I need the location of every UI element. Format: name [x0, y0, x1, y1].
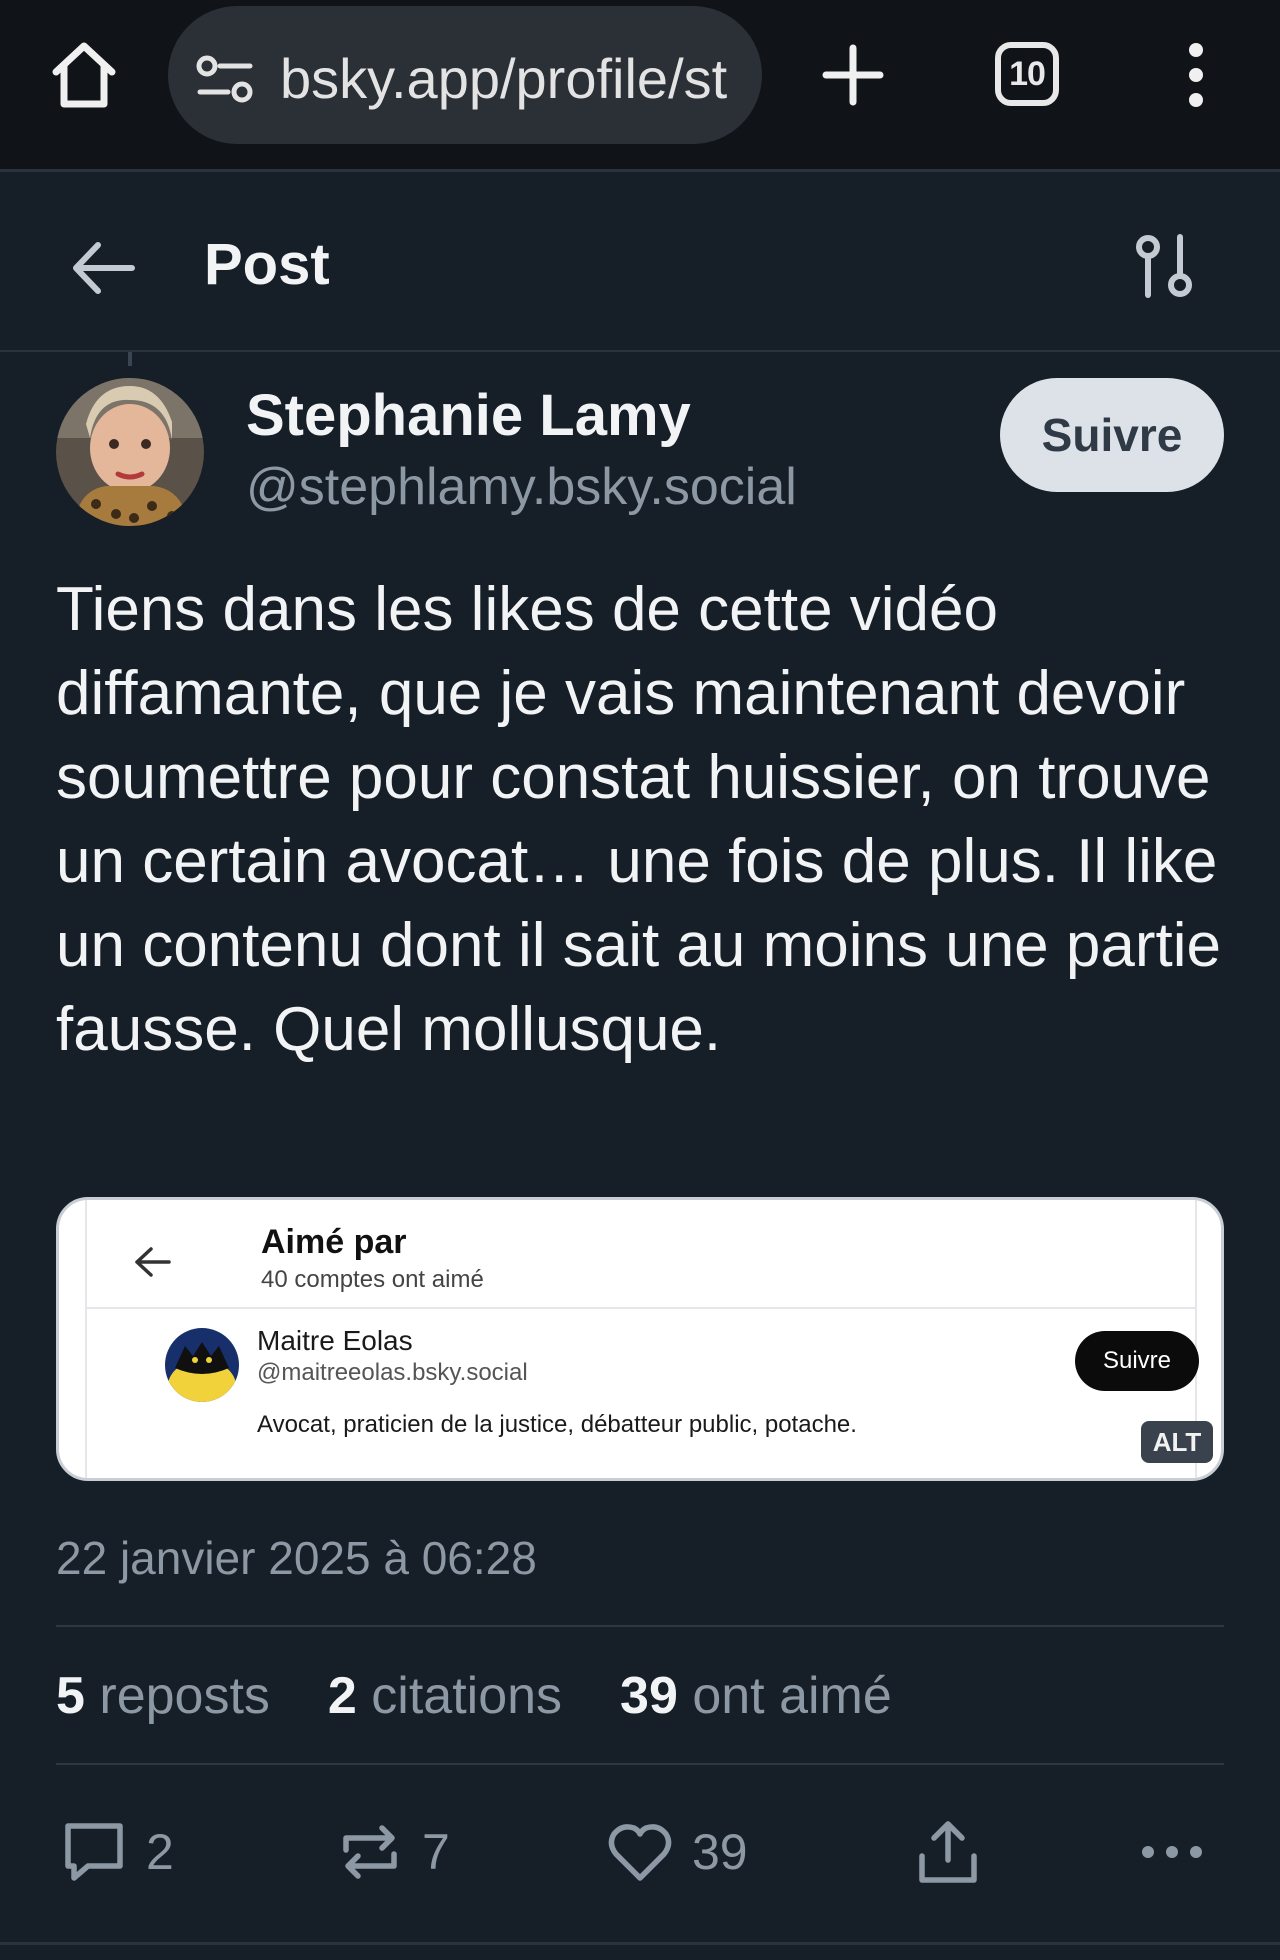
divider — [87, 1307, 1195, 1309]
likes-label: ont aimé — [692, 1667, 892, 1725]
divider — [56, 1625, 1224, 1627]
follow-button[interactable]: Suivre — [1000, 378, 1224, 492]
heart-icon — [604, 1816, 676, 1888]
author-name[interactable]: Stephanie Lamy — [246, 380, 691, 452]
post-timestamp: 22 janvier 2025 à 06:28 — [56, 1532, 537, 1584]
reply-bubble-icon — [58, 1816, 130, 1888]
reposts-count: 5 — [56, 1667, 85, 1725]
tab-count-label: 10 — [1009, 54, 1046, 93]
share-button[interactable] — [912, 1810, 984, 1894]
site-info-icon[interactable] — [196, 54, 254, 106]
likes-count: 39 — [620, 1667, 678, 1725]
embed-follow-button: Suivre — [1075, 1331, 1199, 1391]
more-vertical-icon[interactable] — [1178, 40, 1214, 110]
repost-count: 7 — [422, 1824, 450, 1880]
reply-button[interactable]: 2 — [58, 1810, 174, 1894]
avatar[interactable] — [56, 378, 204, 526]
divider — [0, 1942, 1280, 1945]
like-count: 39 — [692, 1824, 748, 1880]
repost-icon — [334, 1816, 406, 1888]
more-horizontal-icon — [1136, 1816, 1208, 1888]
quotes-stat[interactable]: 2 citations — [328, 1664, 562, 1728]
embed-user-avatar — [165, 1328, 239, 1402]
more-options-button[interactable] — [1136, 1810, 1208, 1894]
reposts-label: reposts — [99, 1667, 270, 1725]
repost-button[interactable]: 7 — [334, 1810, 450, 1894]
address-bar[interactable]: bsky.app/profile/st — [168, 6, 762, 144]
reply-count: 2 — [146, 1824, 174, 1880]
embed-user-name: Maitre Eolas — [257, 1325, 413, 1356]
embed-user-bio: Avocat, praticien de la justice, débatte… — [257, 1411, 857, 1438]
page-title: Post — [204, 232, 330, 297]
post-actions: 2 7 39 — [0, 1810, 1280, 1894]
engagement-stats: 5 reposts 2 citations 39 ont aimé — [56, 1664, 892, 1728]
embedded-screenshot: Aimé par 40 comptes ont aimé Maitre Eola… — [85, 1200, 1199, 1478]
embed-user-handle: @maitreeolas.bsky.social — [257, 1359, 528, 1386]
quotes-count: 2 — [327, 1667, 357, 1725]
app-header: Post — [0, 175, 1280, 352]
browser-toolbar: bsky.app/profile/st 10 — [0, 0, 1280, 172]
embed-subtitle: 40 comptes ont aimé — [261, 1266, 484, 1293]
filter-sliders-icon[interactable] — [1130, 227, 1200, 307]
likes-stat[interactable]: 39 ont aimé — [620, 1664, 892, 1728]
tab-switcher-icon[interactable]: 10 — [995, 42, 1059, 106]
embed-title: Aimé par — [261, 1223, 407, 1261]
share-icon — [912, 1816, 984, 1888]
alt-badge[interactable]: ALT — [1141, 1421, 1213, 1463]
reposts-stat[interactable]: 5 reposts — [56, 1664, 270, 1728]
post-text: Tiens dans les likes de cette vidéo diff… — [56, 575, 1221, 1064]
author-handle[interactable]: @stephlamy.bsky.social — [246, 452, 797, 522]
quotes-label: citations — [371, 1667, 563, 1725]
url-text[interactable]: bsky.app/profile/st — [280, 44, 738, 114]
post-image[interactable]: Aimé par 40 comptes ont aimé Maitre Eola… — [56, 1197, 1224, 1481]
arrow-left-icon[interactable] — [66, 230, 142, 306]
home-icon[interactable] — [46, 38, 122, 114]
like-button[interactable]: 39 — [604, 1810, 748, 1894]
arrow-left-icon — [131, 1240, 175, 1284]
thread-connector — [128, 352, 132, 366]
plus-icon[interactable] — [818, 40, 888, 110]
divider — [56, 1763, 1224, 1765]
